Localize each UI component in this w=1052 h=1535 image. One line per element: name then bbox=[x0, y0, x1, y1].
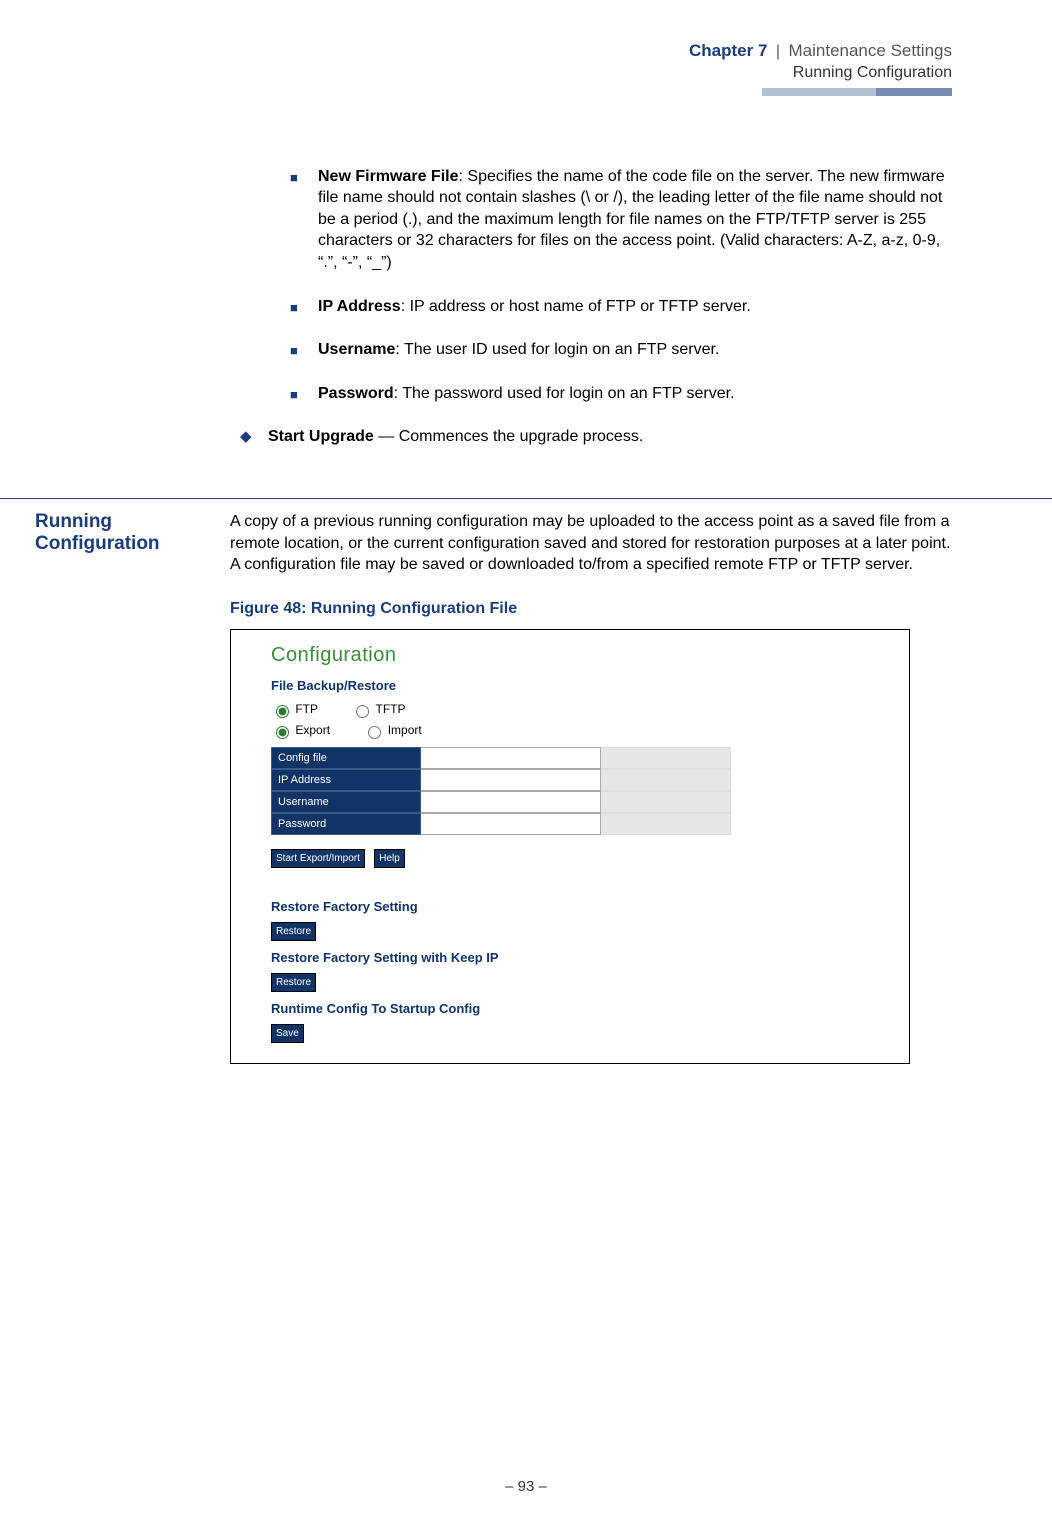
radio-row-protocol: FTP TFTP bbox=[271, 701, 889, 718]
radio-export[interactable]: Export bbox=[271, 723, 330, 737]
radio-tftp[interactable]: TFTP bbox=[351, 702, 405, 716]
radio-ftp[interactable]: FTP bbox=[271, 702, 318, 716]
chapter-section: Maintenance Settings bbox=[789, 41, 953, 60]
square-bullet-icon bbox=[290, 339, 318, 361]
desc-password: : The password used for login on an FTP … bbox=[394, 385, 735, 402]
radio-tftp-input[interactable] bbox=[356, 705, 369, 718]
radio-import[interactable]: Import bbox=[363, 723, 421, 737]
screenshot-figure: Configuration File Backup/Restore FTP TF… bbox=[230, 629, 910, 1064]
term-ip-address: IP Address bbox=[318, 298, 401, 315]
runtime-config-heading: Runtime Config To Startup Config bbox=[271, 1000, 889, 1018]
label-ip-address: IP Address bbox=[271, 769, 421, 791]
radio-import-input[interactable] bbox=[368, 726, 381, 739]
help-button[interactable]: Help bbox=[374, 849, 405, 869]
save-button[interactable]: Save bbox=[271, 1024, 304, 1044]
section-heading: Running Configuration bbox=[0, 511, 230, 1064]
figure-caption: Figure 48: Running Configuration File bbox=[230, 598, 952, 620]
restore-factory-heading: Restore Factory Setting bbox=[271, 898, 889, 916]
chapter-label: Chapter 7 bbox=[689, 41, 767, 60]
cfg-title: Configuration bbox=[271, 642, 889, 669]
page-footer: – 93 – bbox=[0, 1478, 1052, 1495]
label-config-file: Config file bbox=[271, 747, 421, 769]
radio-ftp-input[interactable] bbox=[276, 705, 289, 718]
label-username: Username bbox=[271, 791, 421, 813]
page-header: Chapter 7 | Maintenance Settings Running… bbox=[0, 0, 1052, 84]
section-body-text: A copy of a previous running configurati… bbox=[230, 511, 952, 576]
input-ip-address[interactable] bbox=[421, 769, 601, 791]
restore-keepip-button[interactable]: Restore bbox=[271, 973, 316, 993]
restore-button[interactable]: Restore bbox=[271, 922, 316, 942]
bullet-password: Password: The password used for login on… bbox=[230, 383, 952, 405]
chapter-subsection: Running Configuration bbox=[0, 63, 952, 84]
term-start-upgrade: Start Upgrade bbox=[268, 428, 374, 445]
term-password: Password bbox=[318, 385, 394, 402]
square-bullet-icon bbox=[290, 166, 318, 274]
input-username[interactable] bbox=[421, 791, 601, 813]
desc-start-upgrade: — Commences the upgrade process. bbox=[374, 428, 643, 445]
bullet-start-upgrade: Start Upgrade — Commences the upgrade pr… bbox=[230, 426, 952, 448]
term-new-firmware: New Firmware File bbox=[318, 168, 459, 185]
restore-keepip-heading: Restore Factory Setting with Keep IP bbox=[271, 949, 889, 967]
header-divider bbox=[762, 88, 952, 96]
field-table: Config file IP Address Username bbox=[271, 747, 889, 835]
bullet-new-firmware: New Firmware File: Specifies the name of… bbox=[230, 166, 952, 274]
input-password[interactable] bbox=[421, 813, 601, 835]
pipe-separator: | bbox=[776, 43, 780, 60]
bullet-username: Username: The user ID used for login on … bbox=[230, 339, 952, 361]
radio-export-input[interactable] bbox=[276, 726, 289, 739]
desc-username: : The user ID used for login on an FTP s… bbox=[395, 341, 719, 358]
square-bullet-icon bbox=[290, 383, 318, 405]
radio-row-direction: Export Import bbox=[271, 722, 889, 739]
bullet-ip-address: IP Address: IP address or host name of F… bbox=[230, 296, 952, 318]
term-username: Username bbox=[318, 341, 395, 358]
input-config-file[interactable] bbox=[421, 747, 601, 769]
cfg-subhead: File Backup/Restore bbox=[271, 677, 889, 695]
label-password: Password bbox=[271, 813, 421, 835]
start-export-import-button[interactable]: Start Export/Import bbox=[271, 849, 365, 869]
section-divider bbox=[0, 498, 1052, 499]
desc-ip-address: : IP address or host name of FTP or TFTP… bbox=[401, 298, 751, 315]
square-bullet-icon bbox=[290, 296, 318, 318]
diamond-bullet-icon bbox=[240, 426, 268, 448]
